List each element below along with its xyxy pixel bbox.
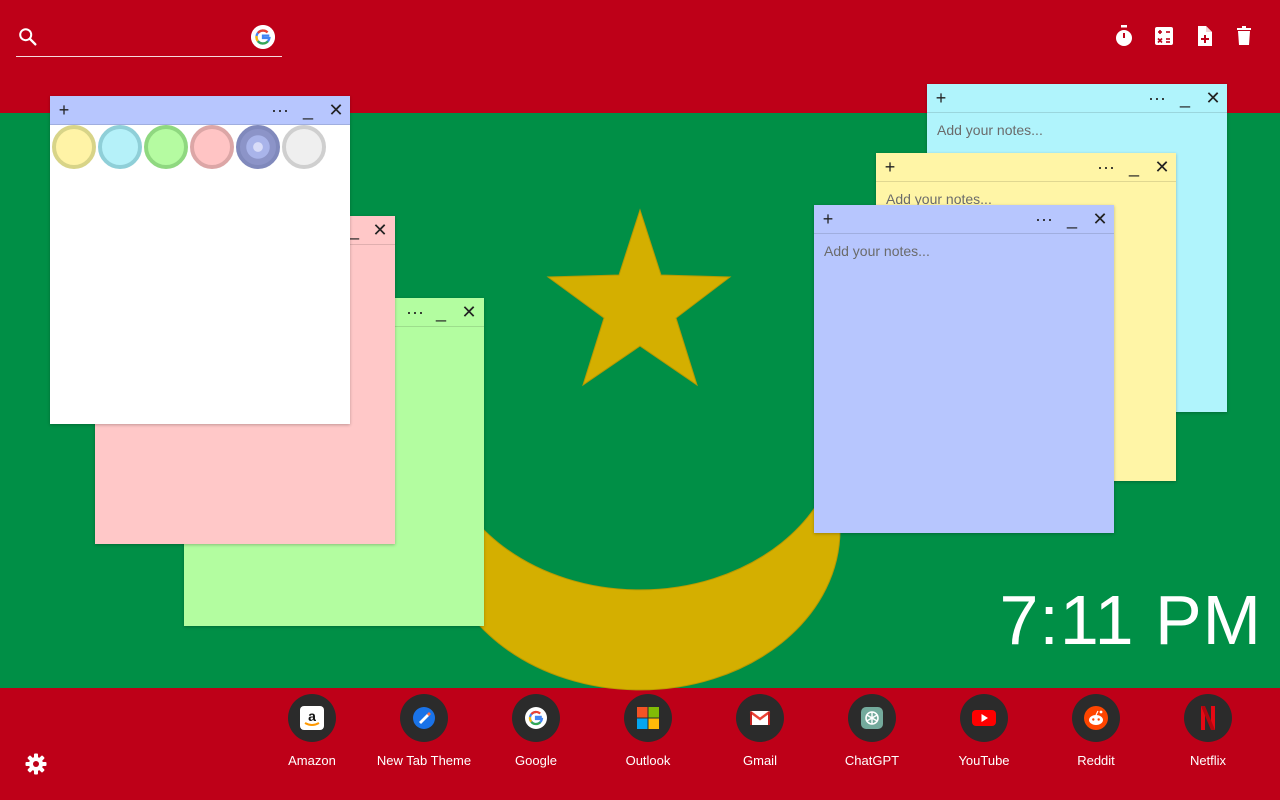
outlook-icon [624, 694, 672, 742]
reddit-icon [1072, 694, 1120, 742]
crescent-shape [439, 429, 841, 691]
shortcut-label: Reddit [1077, 753, 1115, 768]
color-swatch-green[interactable] [144, 125, 188, 169]
settings-gear-icon[interactable] [24, 752, 48, 776]
google-icon [512, 694, 560, 742]
note-menu-button[interactable]: ··· [1095, 156, 1117, 178]
shortcut-new-tab-theme[interactable]: New Tab Theme [368, 694, 480, 768]
note-close-button[interactable]: ✕ [458, 301, 480, 323]
calculator-icon[interactable] [1152, 24, 1176, 48]
note-close-button[interactable]: ✕ [325, 99, 347, 121]
shortcut-chatgpt[interactable]: ChatGPT [816, 694, 928, 768]
note-minimize-button[interactable]: _ [1061, 208, 1083, 230]
add-note-icon[interactable] [1192, 24, 1216, 48]
note-add-button[interactable]: + [53, 99, 75, 121]
chatgpt-icon [848, 694, 896, 742]
clock: 7:11 PM [999, 581, 1262, 659]
search-icon [19, 28, 37, 46]
shortcut-label: YouTube [958, 753, 1010, 768]
note-minimize-button[interactable]: _ [1123, 156, 1145, 178]
google-search-icon[interactable] [251, 25, 275, 49]
search-input[interactable] [50, 24, 254, 50]
note-titlebar[interactable]: + ··· _ ✕ [876, 153, 1176, 182]
sticky-note-white[interactable]: + ··· _ ✕ [50, 96, 350, 424]
color-swatch-cyan[interactable] [98, 125, 142, 169]
shortcut-netflix[interactable]: Netflix [1152, 694, 1264, 768]
note-minimize-button[interactable]: _ [430, 301, 452, 323]
shortcut-dock: a Amazon New Tab Theme Google Outlook Gm… [256, 694, 1264, 768]
shortcut-youtube[interactable]: YouTube [928, 694, 1040, 768]
note-close-button[interactable]: ✕ [369, 219, 391, 241]
shortcut-label: Outlook [625, 753, 671, 768]
svg-text:a: a [308, 708, 316, 724]
note-menu-button[interactable]: ··· [269, 99, 291, 121]
netflix-icon [1184, 694, 1232, 742]
trash-icon[interactable] [1232, 24, 1256, 48]
color-swatch-yellow[interactable] [52, 125, 96, 169]
note-minimize-button[interactable]: _ [297, 99, 319, 121]
search-bar [16, 20, 282, 57]
note-titlebar[interactable]: + ··· _ ✕ [927, 84, 1227, 113]
star-shape [546, 208, 732, 387]
shortcut-label: Gmail [743, 753, 777, 768]
note-body [814, 234, 1114, 533]
color-swatch-blue-selected[interactable] [236, 125, 280, 169]
youtube-icon [960, 694, 1008, 742]
shortcut-amazon[interactable]: a Amazon [256, 694, 368, 768]
note-menu-button[interactable]: ··· [404, 301, 426, 323]
note-close-button[interactable]: ✕ [1089, 208, 1111, 230]
note-titlebar[interactable]: + ··· _ ✕ [814, 205, 1114, 234]
timer-icon[interactable] [1112, 24, 1136, 48]
note-add-button[interactable]: + [879, 156, 901, 178]
top-toolbar [1112, 24, 1256, 48]
note-textarea[interactable] [824, 243, 1104, 524]
shortcut-google[interactable]: Google [480, 694, 592, 768]
note-minimize-button[interactable]: _ [1174, 87, 1196, 109]
note-close-button[interactable]: ✕ [1202, 87, 1224, 109]
note-add-button[interactable]: + [930, 87, 952, 109]
note-close-button[interactable]: ✕ [1151, 156, 1173, 178]
new-tab-theme-icon [400, 694, 448, 742]
shortcut-reddit[interactable]: Reddit [1040, 694, 1152, 768]
color-swatch-pink[interactable] [190, 125, 234, 169]
note-add-button[interactable]: + [817, 208, 839, 230]
note-menu-button[interactable]: ··· [1146, 87, 1168, 109]
note-titlebar[interactable]: + ··· _ ✕ [50, 96, 350, 125]
color-swatch-gray[interactable] [282, 125, 326, 169]
shortcut-label: Google [515, 753, 557, 768]
color-picker [50, 125, 326, 169]
gmail-icon [736, 694, 784, 742]
shortcut-label: New Tab Theme [376, 753, 472, 768]
sticky-note-blue[interactable]: + ··· _ ✕ [814, 205, 1114, 533]
note-menu-button[interactable]: ··· [1033, 208, 1055, 230]
shortcut-label: Amazon [288, 753, 336, 768]
shortcut-label: Netflix [1189, 753, 1227, 768]
amazon-icon: a [288, 694, 336, 742]
shortcut-gmail[interactable]: Gmail [704, 694, 816, 768]
shortcut-label: ChatGPT [844, 753, 900, 768]
shortcut-outlook[interactable]: Outlook [592, 694, 704, 768]
